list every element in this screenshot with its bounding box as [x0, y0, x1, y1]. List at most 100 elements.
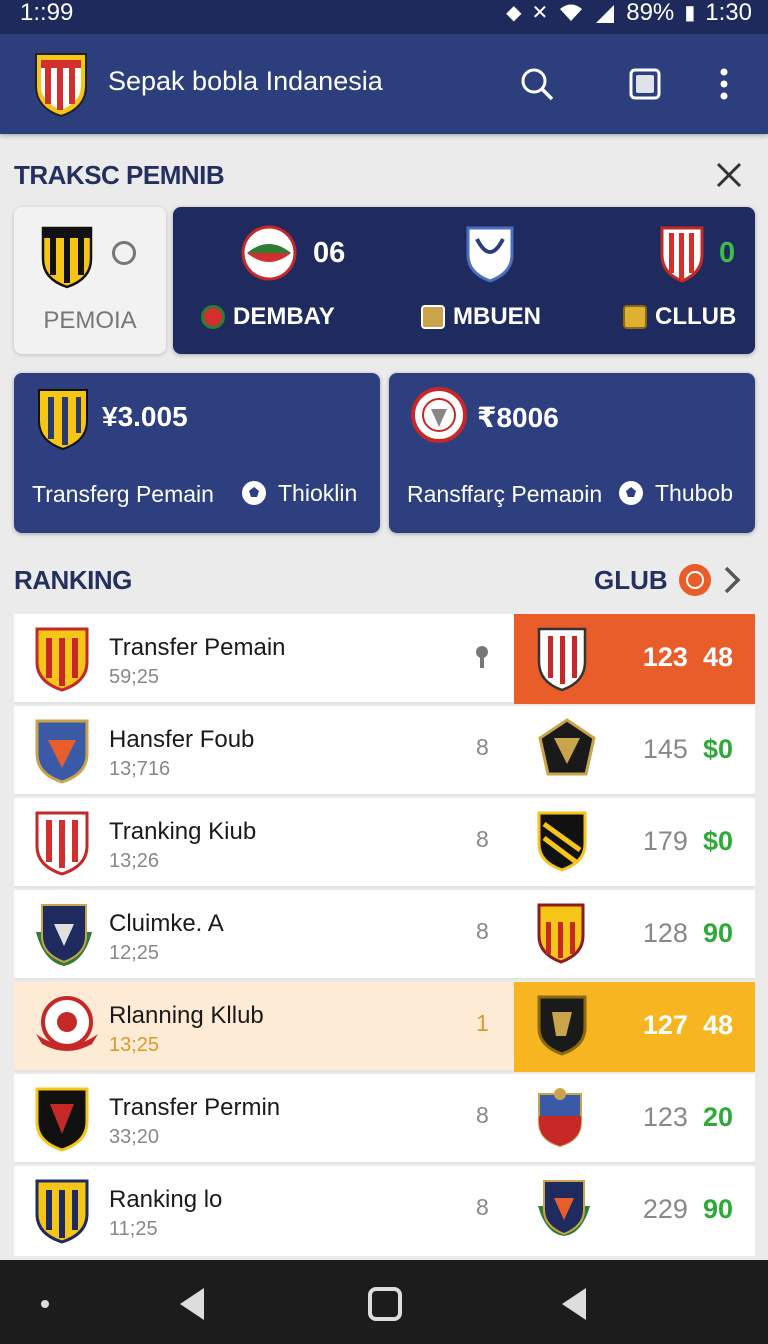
score-b: $0 — [702, 734, 733, 764]
wifi-icon — [560, 4, 583, 21]
row-score: 128 90 — [643, 918, 733, 949]
row-score-cell: 123 20 — [514, 1074, 755, 1164]
opponent-crest-icon — [537, 811, 587, 872]
club-crest-icon — [35, 1087, 89, 1152]
match-score-left: 06 — [313, 237, 346, 269]
soccer-ball-icon — [242, 481, 266, 505]
score-b: 48 — [702, 1010, 733, 1040]
transfer-card-1[interactable]: ¥3.005 Transferg Pemain Thioklin — [14, 373, 380, 533]
team-dembay-label: DEMBAY — [233, 303, 335, 330]
opponent-crest-icon — [538, 1088, 582, 1148]
team-mbuen[interactable]: MBUEN — [421, 303, 541, 331]
back-icon[interactable] — [176, 1284, 208, 1324]
mute-icon: ✕ — [531, 2, 549, 24]
row-name: Hansfer Foub — [109, 726, 255, 753]
club-crest-icon — [35, 1179, 89, 1244]
row-sub: 13;26 — [109, 850, 160, 872]
club-crest-icon — [41, 226, 93, 289]
status-circle-icon — [112, 241, 136, 265]
row-name: Tranking Kiub — [109, 818, 257, 845]
status-bar: 1::99 ◆ ✕ 89% ▮ 1:30 — [0, 0, 768, 34]
player-stat-card[interactable]: PEMOIA — [14, 207, 166, 354]
ranking-title: RANKING — [14, 565, 132, 595]
home-icon[interactable] — [366, 1284, 404, 1324]
row-sub: 33;20 — [109, 1126, 160, 1148]
score-a: 123 — [642, 1102, 688, 1132]
club-crest-icon — [36, 904, 92, 966]
row-score-cell: 145 $0 — [514, 706, 755, 796]
team-cllub-label: CLLUB — [655, 303, 737, 330]
row-mid: 8 — [476, 734, 489, 760]
team-center-crest-icon — [466, 226, 514, 283]
club-crest-icon — [35, 719, 89, 784]
transfer-label: Ransffarç Pemaɒin — [407, 481, 603, 507]
row-name: Rlanning Kllub — [109, 1002, 264, 1029]
match-card[interactable]: 06 0 DEMBAY MBUEN CLLUB — [173, 207, 755, 354]
close-icon[interactable] — [710, 156, 748, 194]
app-title: Sepak bobla Indanesia — [108, 66, 383, 96]
row-score-cell: 179 $0 — [514, 798, 755, 888]
row-sub: 12;25 — [109, 942, 160, 964]
opponent-crest-icon — [537, 995, 587, 1056]
ranking-row[interactable]: Ranking lo 11;25 8 229 90 — [14, 1166, 755, 1256]
row-score-cell: 127 48 — [514, 982, 755, 1072]
transfer-amount: ₹8006 — [477, 402, 559, 433]
opponent-crest-icon — [537, 903, 585, 964]
recents-icon[interactable] — [558, 1284, 590, 1324]
ranking-row[interactable]: Tranking Kiub 13;26 8 179 $0 — [14, 798, 755, 888]
team-left-crest-icon — [241, 225, 297, 281]
more-vert-icon[interactable] — [704, 64, 744, 104]
score-b: 90 — [702, 1194, 733, 1224]
row-score: 229 90 — [643, 1194, 733, 1225]
team-right-crest-icon — [660, 226, 704, 283]
row-name: Cluimke. A — [109, 910, 224, 937]
club-crest-icon — [35, 811, 89, 876]
row-mid: 8 — [476, 1102, 489, 1128]
score-b: 90 — [702, 918, 733, 948]
team-dembay[interactable]: DEMBAY — [201, 303, 335, 331]
match-score-right: 0 — [719, 237, 736, 269]
transfer-extra-label: Thubob — [655, 479, 734, 506]
ranking-row[interactable]: Transfer Pemain 59;25 123 48 — [14, 614, 755, 704]
stat-card-label: PEMOIA — [43, 307, 137, 334]
app-logo — [35, 53, 87, 118]
status-time-right: 1:30 — [705, 0, 752, 26]
club-crest-icon — [38, 389, 88, 451]
signal-icon — [596, 5, 615, 23]
row-mid: 8 — [476, 826, 489, 852]
team-cllub[interactable]: CLLUB — [623, 303, 736, 331]
row-name: Transfer Permin — [109, 1094, 281, 1121]
team-mbuen-badge-icon — [421, 305, 445, 329]
ranking-list: Transfer Pemain 59;25 123 48 Hansfer Fou… — [14, 614, 755, 1258]
score-b: 48 — [702, 642, 733, 672]
transfer-extra: Thioklin — [240, 479, 357, 507]
ranking-row[interactable]: Cluimke. A 12;25 8 128 90 — [14, 890, 755, 980]
ranking-row[interactable]: Rlanning Kllub 13;25 1 127 48 — [14, 982, 755, 1072]
row-score-cell: 229 90 — [514, 1166, 755, 1256]
app-bar: Sepak bobla Indanesia — [0, 34, 768, 134]
battery-icon: ▮ — [684, 2, 696, 24]
club-link[interactable]: GLUB — [594, 563, 742, 597]
opponent-crest-icon — [537, 627, 587, 692]
soccer-ball-icon — [619, 481, 643, 505]
transfer-card-2[interactable]: ₹8006 Ransffarç Pemaɒin Thubob — [389, 373, 755, 533]
square-icon[interactable] — [625, 64, 665, 104]
ranking-row[interactable]: Hansfer Foub 13;716 8 145 $0 — [14, 706, 755, 796]
row-sub: 59;25 — [109, 666, 160, 688]
status-time-left: 1::99 — [20, 0, 74, 26]
club-crest-icon — [35, 627, 89, 692]
row-mid: 1 — [476, 1010, 489, 1036]
nfc-icon: ◆ — [506, 2, 522, 24]
search-icon[interactable] — [517, 64, 557, 104]
system-nav-bar — [0, 1260, 768, 1344]
score-a: 123 — [642, 642, 688, 672]
transfer-label: Transferg Pemain — [32, 481, 214, 507]
team-cllub-badge-icon — [623, 305, 647, 329]
dot-icon — [41, 1300, 49, 1308]
row-name: Ranking lo — [109, 1186, 223, 1213]
score-b: 20 — [702, 1102, 733, 1132]
opponent-crest-icon — [538, 1180, 590, 1236]
ranking-row[interactable]: Transfer Permin 33;20 8 123 20 — [14, 1074, 755, 1164]
transfer-extra-label: Thioklin — [278, 479, 358, 506]
club-link-label: GLUB — [594, 564, 668, 595]
